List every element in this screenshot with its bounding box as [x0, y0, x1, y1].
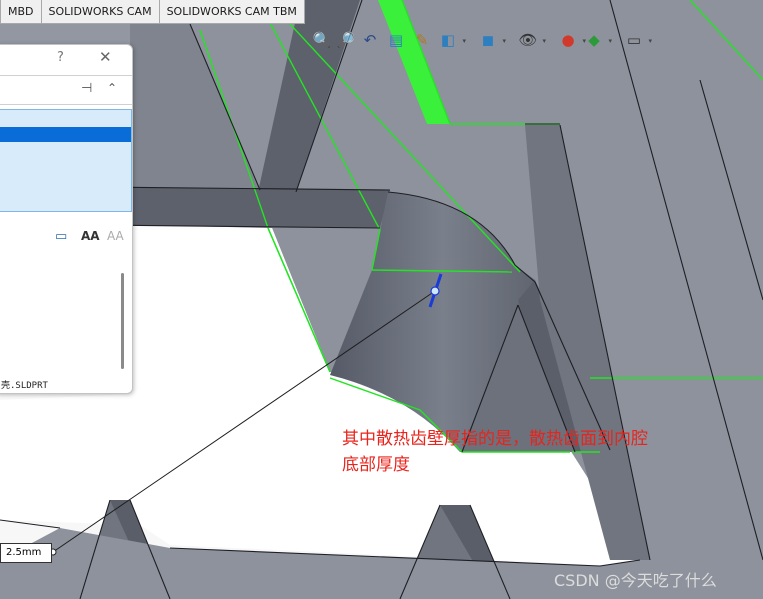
annotation-line-1: 其中散热齿壁厚指的是，散热齿面到内腔	[342, 429, 648, 449]
pin-icon[interactable]: ⊣	[81, 81, 92, 96]
selection-list[interactable]	[0, 109, 132, 212]
dimension-text-icon[interactable]: ▭	[55, 229, 67, 244]
part-filename: 壳.SLDPRT	[1, 381, 48, 391]
watermark: CSDN @今天吃了什么	[554, 571, 717, 590]
tab-mbd[interactable]: MBD	[0, 0, 42, 24]
tab-solidworks-cam-tbm[interactable]: SOLIDWORKS CAM TBM	[158, 0, 305, 24]
property-panel: ? ✕ ⊣ ⌃ ▭ AA AA 壳.SLDPRT	[0, 44, 133, 394]
command-manager-tabs: MBD SOLIDWORKS CAM SOLIDWORKS CAM TBM	[0, 0, 305, 24]
previous-view-icon[interactable]: ↶	[360, 30, 380, 50]
font-size-icon[interactable]: AA	[81, 229, 100, 243]
panel-header-divider	[0, 75, 132, 76]
zoom-to-area-icon[interactable]: 🔎	[336, 30, 356, 50]
panel-scrollbar[interactable]	[121, 273, 124, 369]
text-format-toolbar: ▭ AA AA	[55, 229, 131, 251]
close-icon[interactable]: ✕	[99, 48, 112, 66]
leader-attach-point	[430, 286, 440, 296]
chevron-up-icon[interactable]: ⌃	[107, 81, 117, 95]
selected-list-item[interactable]	[0, 127, 131, 142]
zoom-to-fit-icon[interactable]: 🔍	[312, 30, 332, 50]
annotation-line-2: 底部厚度	[342, 455, 410, 475]
hide-show-items-icon[interactable]: 👁 ▾	[518, 30, 546, 50]
apply-scene-icon[interactable]: ◆ ▾	[584, 30, 612, 50]
display-style-icon[interactable]: ◼ ▾	[478, 30, 506, 50]
section-view-icon[interactable]: ▤	[386, 30, 406, 50]
tab-solidworks-cam[interactable]: SOLIDWORKS CAM	[40, 0, 160, 24]
help-icon[interactable]: ?	[57, 50, 64, 65]
view-settings-icon[interactable]: ▭ ▾	[624, 30, 652, 50]
font-style-icon[interactable]: AA	[107, 229, 124, 243]
dimension-value-box[interactable]: 2.5mm	[0, 543, 52, 563]
view-orientation-icon[interactable]: ◧ ▾	[438, 30, 466, 50]
edit-appearance-icon[interactable]: ● ▾	[558, 30, 586, 50]
heads-up-view-toolbar: 🔍 🔎 ↶ ▤ ✎ ◧ ▾ ◼ ▾ 👁 ▾ ● ▾ ◆ ▾ ▭ ▾	[308, 28, 658, 54]
dynamic-annotation-icon[interactable]: ✎	[412, 30, 432, 50]
panel-section-divider	[0, 104, 132, 105]
annotation-note: 其中散热齿壁厚指的是，散热齿面到内腔 底部厚度	[342, 426, 742, 478]
